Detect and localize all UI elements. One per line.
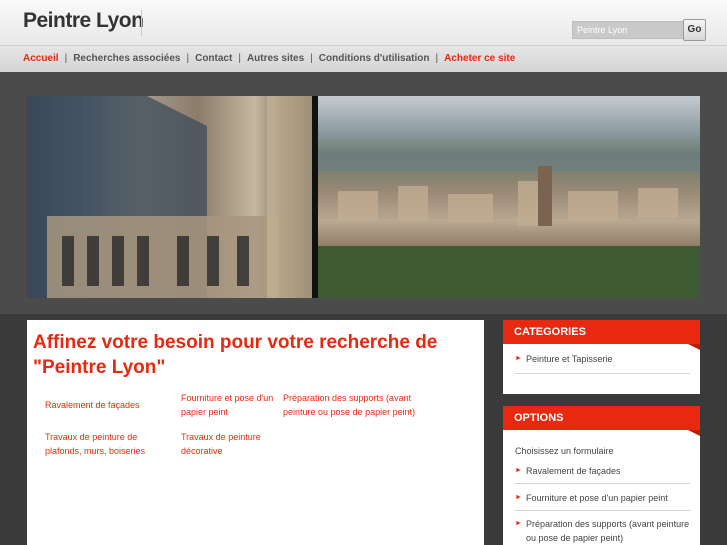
nav-item-autres-sites[interactable]: Autres sites: [247, 53, 304, 64]
navbar: Accueil | Recherches associées | Contact | Aut…: [0, 45, 727, 73]
link-peinture-decorative[interactable]: Travaux de peinture décorative: [181, 430, 276, 458]
nav-item-conditions[interactable]: Conditions d'utilisation: [319, 53, 430, 64]
category-item-peinture-tapisserie[interactable]: ► Peinture et Tapisserie: [515, 352, 690, 366]
link-papier-peint[interactable]: Fourniture et pose d'un papier peint: [181, 391, 276, 419]
nav-item-recherches-associees[interactable]: Recherches associées: [73, 53, 180, 64]
divider: [515, 373, 690, 374]
option-item-label: Fourniture et pose d'un papier peint: [526, 493, 668, 503]
nav-separator: |: [186, 53, 190, 64]
nav-menu: Accueil | Recherches associées | Contact | Aut…: [23, 53, 515, 64]
option-item-ravalement[interactable]: ► Ravalement de façades: [515, 464, 690, 478]
option-item-label: Ravalement de façades: [526, 466, 621, 476]
nav-item-acheter[interactable]: Acheter ce site: [444, 53, 515, 64]
banner-photo-cityscape: [318, 96, 700, 298]
options-title: OPTIONS: [503, 406, 700, 436]
link-peinture-plafonds[interactable]: Travaux de peinture de plafonds, murs, b…: [45, 430, 165, 458]
option-item-papier-peint[interactable]: ► Fourniture et pose d'un papier peint: [515, 491, 690, 505]
banner-photo-building: [27, 96, 312, 298]
nav-separator: |: [310, 53, 313, 64]
link-ravalement-facades[interactable]: Ravalement de façades: [45, 398, 165, 412]
bullet-icon: ►: [515, 355, 522, 362]
page-heading: Affinez votre besoin pour votre recherch…: [33, 332, 438, 378]
option-item-label: Préparation des supports (avant peinture…: [526, 519, 690, 543]
options-intro: Choisissez un formulaire: [515, 446, 614, 456]
search-button[interactable]: Go: [683, 19, 706, 41]
nav-item-accueil[interactable]: Accueil: [23, 53, 59, 64]
categories-title: CATEGORIES: [503, 320, 700, 350]
bullet-icon: ►: [515, 520, 522, 527]
divider: [515, 483, 690, 484]
bullet-icon: ►: [515, 467, 522, 474]
title-divider: [141, 10, 142, 36]
nav-separator: |: [64, 53, 68, 64]
nav-separator: |: [238, 53, 241, 64]
sidebar-gutter: [484, 314, 502, 545]
building-illustration: [27, 96, 312, 298]
nav-separator: |: [435, 53, 439, 64]
bullet-icon: ►: [515, 494, 522, 501]
link-preparation-supports[interactable]: Préparation des supports (avant peinture…: [283, 391, 433, 419]
nav-item-contact[interactable]: Contact: [195, 53, 232, 64]
divider: [515, 510, 690, 511]
cityscape-illustration: [318, 151, 700, 298]
option-item-preparation[interactable]: ► Préparation des supports (avant peintu…: [515, 517, 690, 545]
search-input[interactable]: [572, 21, 684, 39]
site-title[interactable]: Peintre Lyon: [23, 9, 144, 33]
category-item-label: Peinture et Tapisserie: [526, 354, 613, 364]
